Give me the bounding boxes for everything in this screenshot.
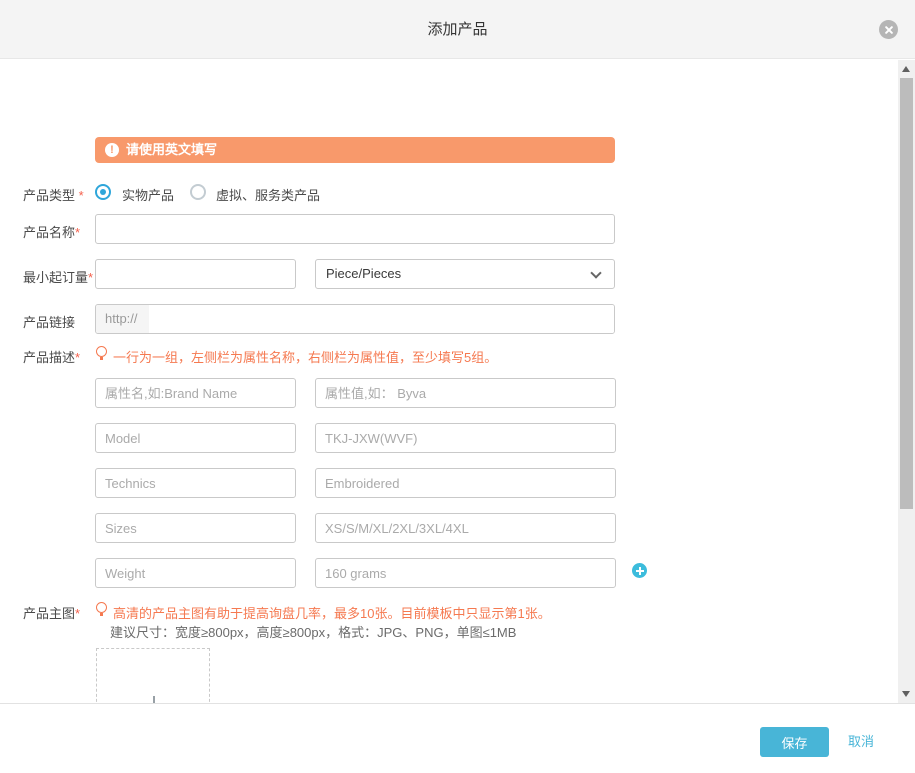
info-icon: ! <box>105 143 119 157</box>
product-image-label: 产品主图* <box>23 603 80 622</box>
modal-footer: 保存 取消 <box>0 703 915 773</box>
attr-value-input[interactable] <box>315 468 616 498</box>
moq-label: 最小起订量* <box>23 267 93 286</box>
product-link-input[interactable] <box>149 305 614 333</box>
moq-unit-value: Piece/Pieces <box>326 260 401 288</box>
banner-text: 请使用英文填写 <box>126 137 217 163</box>
scrollbar-thumb[interactable] <box>900 78 913 509</box>
language-notice-banner: ! 请使用英文填写 <box>95 137 615 163</box>
attr-name-input[interactable] <box>95 378 296 408</box>
modal-header: 添加产品 <box>0 0 915 59</box>
product-name-label: 产品名称* <box>23 222 80 241</box>
product-name-input[interactable] <box>95 214 615 244</box>
cancel-button[interactable]: 取消 <box>848 727 874 757</box>
attr-value-input[interactable] <box>315 558 616 588</box>
product-link-label: 产品链接 <box>23 312 75 331</box>
radio-physical-product-label[interactable]: 实物产品 <box>122 185 174 204</box>
lightbulb-icon <box>96 346 107 357</box>
save-button[interactable]: 保存 <box>760 727 829 757</box>
radio-physical-product[interactable] <box>95 184 111 200</box>
radio-virtual-service-product[interactable] <box>190 184 206 200</box>
product-image-hint: 高清的产品主图有助于提高询盘几率，最多10张。目前模板中只显示第1张。 <box>113 603 551 622</box>
scroll-down-icon[interactable] <box>902 691 910 697</box>
chevron-down-icon <box>590 267 601 278</box>
close-icon[interactable] <box>879 20 898 39</box>
attr-value-input[interactable] <box>315 378 616 408</box>
add-attribute-row-icon[interactable] <box>632 563 647 578</box>
scrollbar[interactable] <box>898 60 915 703</box>
radio-virtual-service-product-label[interactable]: 虚拟、服务类产品 <box>216 185 320 204</box>
product-desc-label: 产品描述* <box>23 347 80 366</box>
add-product-modal: 添加产品 ! 请使用英文填写 产品类型 * 实物产品 虚拟、服务类产品 产品名称… <box>0 0 915 773</box>
modal-title: 添加产品 <box>0 0 915 59</box>
attr-name-input[interactable] <box>95 423 296 453</box>
attr-name-input[interactable] <box>95 513 296 543</box>
attr-name-input[interactable] <box>95 468 296 498</box>
moq-input[interactable] <box>95 259 296 289</box>
attr-value-input[interactable] <box>315 423 616 453</box>
product-desc-hint: 一行为一组，左侧栏为属性名称，右侧栏为属性值，至少填写5组。 <box>113 347 497 366</box>
product-link-field: http:// <box>95 304 615 334</box>
url-prefix: http:// <box>96 305 149 333</box>
lightbulb-icon <box>96 602 107 613</box>
attr-name-input[interactable] <box>95 558 296 588</box>
moq-unit-select[interactable]: Piece/Pieces <box>315 259 615 289</box>
scroll-up-icon[interactable] <box>902 66 910 72</box>
modal-body: ! 请使用英文填写 产品类型 * 实物产品 虚拟、服务类产品 产品名称* 最小起… <box>0 60 915 703</box>
product-image-size-hint: 建议尺寸：宽度≥800px，高度≥800px，格式：JPG、PNG，单图≤1MB <box>110 622 516 641</box>
product-type-label: 产品类型 * <box>23 185 84 204</box>
attr-value-input[interactable] <box>315 513 616 543</box>
